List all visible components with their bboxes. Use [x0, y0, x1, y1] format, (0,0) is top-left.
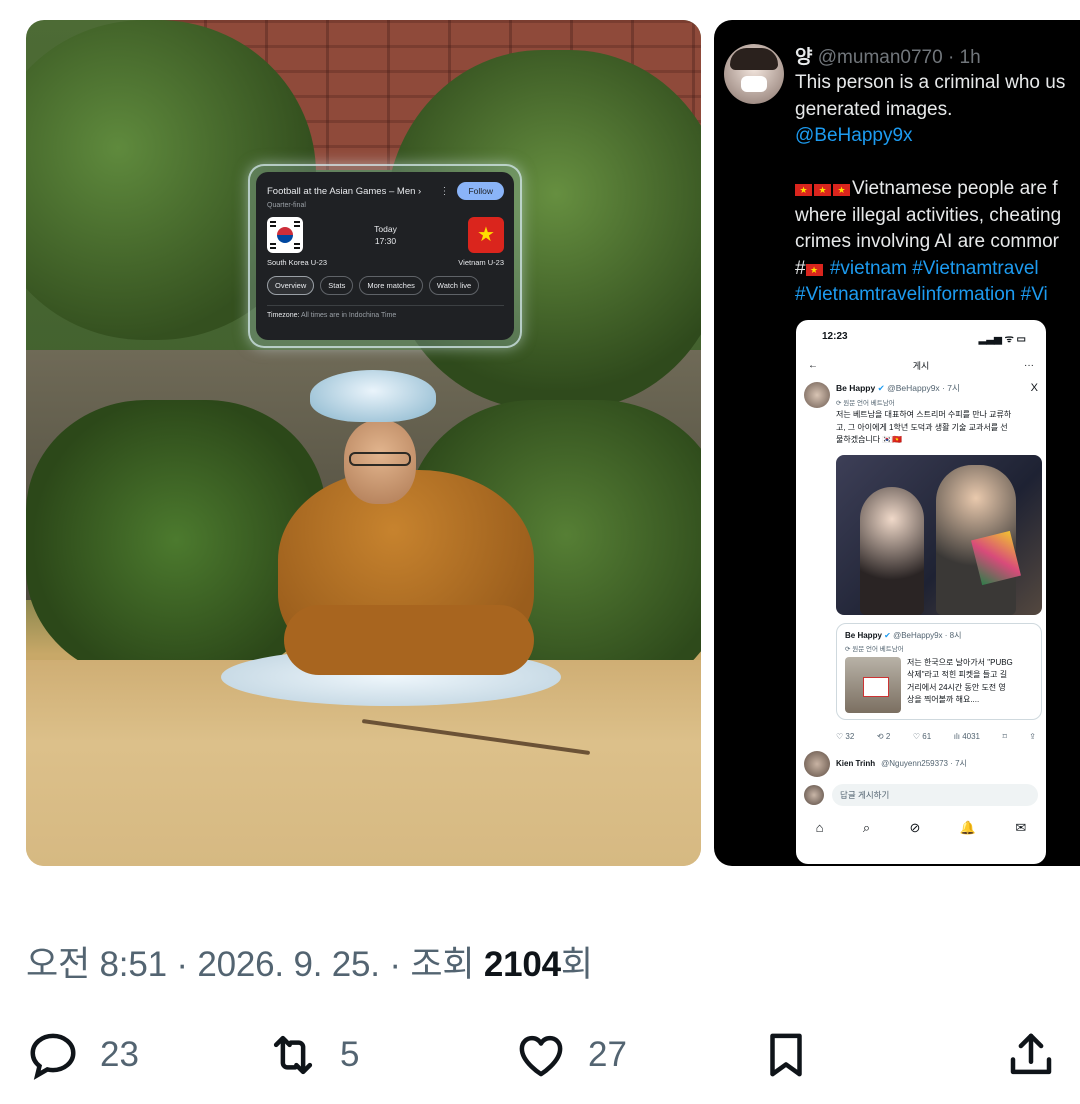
more-icon: ··· — [1024, 360, 1034, 371]
retweet-button[interactable]: 5 — [266, 1028, 359, 1082]
glasses — [349, 452, 411, 466]
translated-label: ⟳ 원문 언어 베트남어 — [845, 645, 904, 653]
monk-photo[interactable]: Football at the Asian Games – Men › ⋮ Fo… — [26, 20, 701, 866]
phone-author: Be Happy ✔ @BeHappy9x · 7시 X — [836, 382, 1038, 394]
phone-stats: ♡ 32 ⟲ 2 ♡ 61 ılı 4031 ⌑ ⇪ — [836, 731, 1036, 741]
x-logo-icon: X — [1030, 382, 1038, 394]
search-icon: ⌕ — [862, 820, 871, 835]
mention-link: @BeHappy9x — [795, 125, 913, 146]
phone-reply: Kien Trinh @Nguyenn259373 · 7시 — [796, 741, 1046, 777]
hashtag-line: #Vietnamtravelinformation #Vi — [795, 284, 1048, 305]
vietnam-flag-icon: ★ — [833, 184, 850, 196]
tweet-meta: 오전 8:51 · 2026. 9. 25. · 조회 2104회 — [26, 936, 593, 987]
avatar — [724, 44, 784, 104]
text-line: crimes involving AI are commor — [795, 231, 1059, 252]
text-line: generated images. — [795, 98, 953, 120]
heart-icon — [519, 1035, 563, 1077]
reply-button[interactable]: 23 — [26, 1028, 139, 1082]
phone-page-title: 게시 — [912, 361, 930, 371]
bookmark-button[interactable] — [759, 1028, 813, 1082]
avatar — [804, 785, 824, 805]
chip-watch-live: Watch live — [428, 276, 480, 295]
phone-tab-bar: ⌂ ⌕ ⊘ 🔔 ✉ — [796, 820, 1046, 836]
back-icon: ← — [808, 360, 818, 371]
quote-photo — [845, 656, 901, 713]
reply-count: 23 — [100, 1035, 139, 1074]
timezone-text: All times are in Indochina Time — [300, 312, 397, 319]
text-line: ★ ★ ★ Vietnamese people are f — [795, 176, 1080, 203]
share-icon — [1010, 1033, 1052, 1075]
phone-tweet: Be Happy ✔ @BeHappy9x · 7시 X ⟳ 원문 언어 베트남… — [796, 372, 1046, 720]
south-korea-flag-icon — [267, 217, 303, 253]
phone-screenshot: 12:23 ▂▃▅ ᯤ ▭ ← 게시 ··· Be Happy ✔ @BeHap… — [796, 320, 1046, 864]
retweet-count: 5 — [340, 1035, 360, 1074]
text-line: This person is a criminal who us — [795, 72, 1066, 93]
status-clock: 12:23 — [822, 331, 848, 342]
status-bar: 12:23 ▂▃▅ ᯤ ▭ — [796, 320, 1046, 345]
share-button[interactable] — [1004, 1028, 1058, 1082]
more-icon: ⋮ — [439, 185, 450, 197]
match-stage: Quarter-final — [267, 202, 306, 209]
timezone-label: Timezone: — [267, 312, 300, 319]
avatar — [804, 382, 830, 408]
follow-button: Follow — [457, 182, 504, 200]
tweet-screenshot[interactable]: 양 @muman0770 · 1h This person is a crimi… — [714, 20, 1080, 866]
bookmark-icon — [770, 1033, 802, 1077]
chip-row: Overview Stats More matches Watch live — [267, 276, 504, 295]
hashtag-line: # ★ #vietnam #Vietnamtravel — [795, 257, 1039, 279]
home-team: South Korea U-23 — [267, 258, 328, 267]
monk-legs — [284, 605, 534, 675]
like-count: 27 — [588, 1035, 627, 1074]
match-card: Football at the Asian Games – Men › ⋮ Fo… — [256, 172, 514, 340]
quoted-author-handle: @muman0770 · 1h — [817, 47, 981, 68]
media-grid: Football at the Asian Games – Men › ⋮ Fo… — [26, 20, 1080, 866]
vietnam-flag-icon: ★ — [795, 184, 812, 196]
timezone-note: Timezone: All times are in Indochina Tim… — [267, 305, 504, 319]
match-time: 17:30 — [374, 236, 397, 246]
vietnam-flag-icon: ★ — [805, 263, 823, 276]
quoted-text: This person is a criminal who us generat… — [795, 70, 1080, 309]
reply-icon — [30, 1033, 76, 1080]
away-team: Vietnam U-23 — [458, 258, 504, 267]
vietnam-flag-icon: ★ — [814, 184, 831, 196]
quoted-header: 양 @muman0770 · 1h — [795, 42, 981, 69]
phone-nav: ← 게시 ··· — [796, 345, 1046, 372]
quote-text: 저는 한국으로 날아가서 "PUBG 삭제"라고 적힌 피켓을 들고 길 거리에… — [907, 657, 1013, 705]
avatar — [804, 750, 830, 777]
bell-icon: 🔔 — [959, 820, 976, 835]
phone-tweet-body: 저는 베트남을 대표하여 스트리머 수피를 만나 교류하 고, 그 아이에게 1… — [836, 410, 1012, 444]
reply-input: 답글 게시하기 — [832, 784, 1038, 806]
action-bar: 23 5 27 — [26, 1028, 1056, 1084]
text-line: where illegal activities, cheating — [795, 204, 1062, 226]
mail-icon: ✉ — [1015, 820, 1027, 835]
match-day: Today — [374, 223, 397, 234]
quote-card: Be Happy ✔ @BeHappy9x · 8시 ⟳ 원문 언어 베트남어 … — [836, 622, 1042, 720]
status-icons: ▂▃▅ ᯤ ▭ — [978, 334, 1026, 345]
phone-reply-bar: 답글 게시하기 — [796, 784, 1046, 806]
chip-overview: Overview — [267, 276, 315, 295]
vietnam-flag-icon: ★ — [468, 217, 504, 253]
ice-bag — [310, 370, 436, 422]
chip-more-matches: More matches — [359, 276, 423, 295]
home-icon: ⌂ — [815, 820, 824, 835]
retweet-icon — [273, 1035, 313, 1075]
translated-label: ⟳ 원문 언어 베트남어 — [836, 400, 895, 407]
grok-icon: ⊘ — [909, 820, 921, 835]
view-suffix: 회 — [560, 945, 593, 984]
timestamp[interactable]: 오전 8:51 · 2026. 9. 25. · 조회 — [26, 945, 484, 984]
view-count: 2104 — [483, 945, 561, 984]
match-title: Football at the Asian Games – Men › — [267, 185, 422, 197]
chip-stats: Stats — [320, 276, 354, 295]
tweet-photo — [836, 454, 1042, 615]
like-button[interactable]: 27 — [514, 1028, 627, 1082]
quote-author: Be Happy ✔ @BeHappy9x · 8시 — [845, 630, 962, 640]
quoted-author-name: 양 — [795, 47, 813, 68]
